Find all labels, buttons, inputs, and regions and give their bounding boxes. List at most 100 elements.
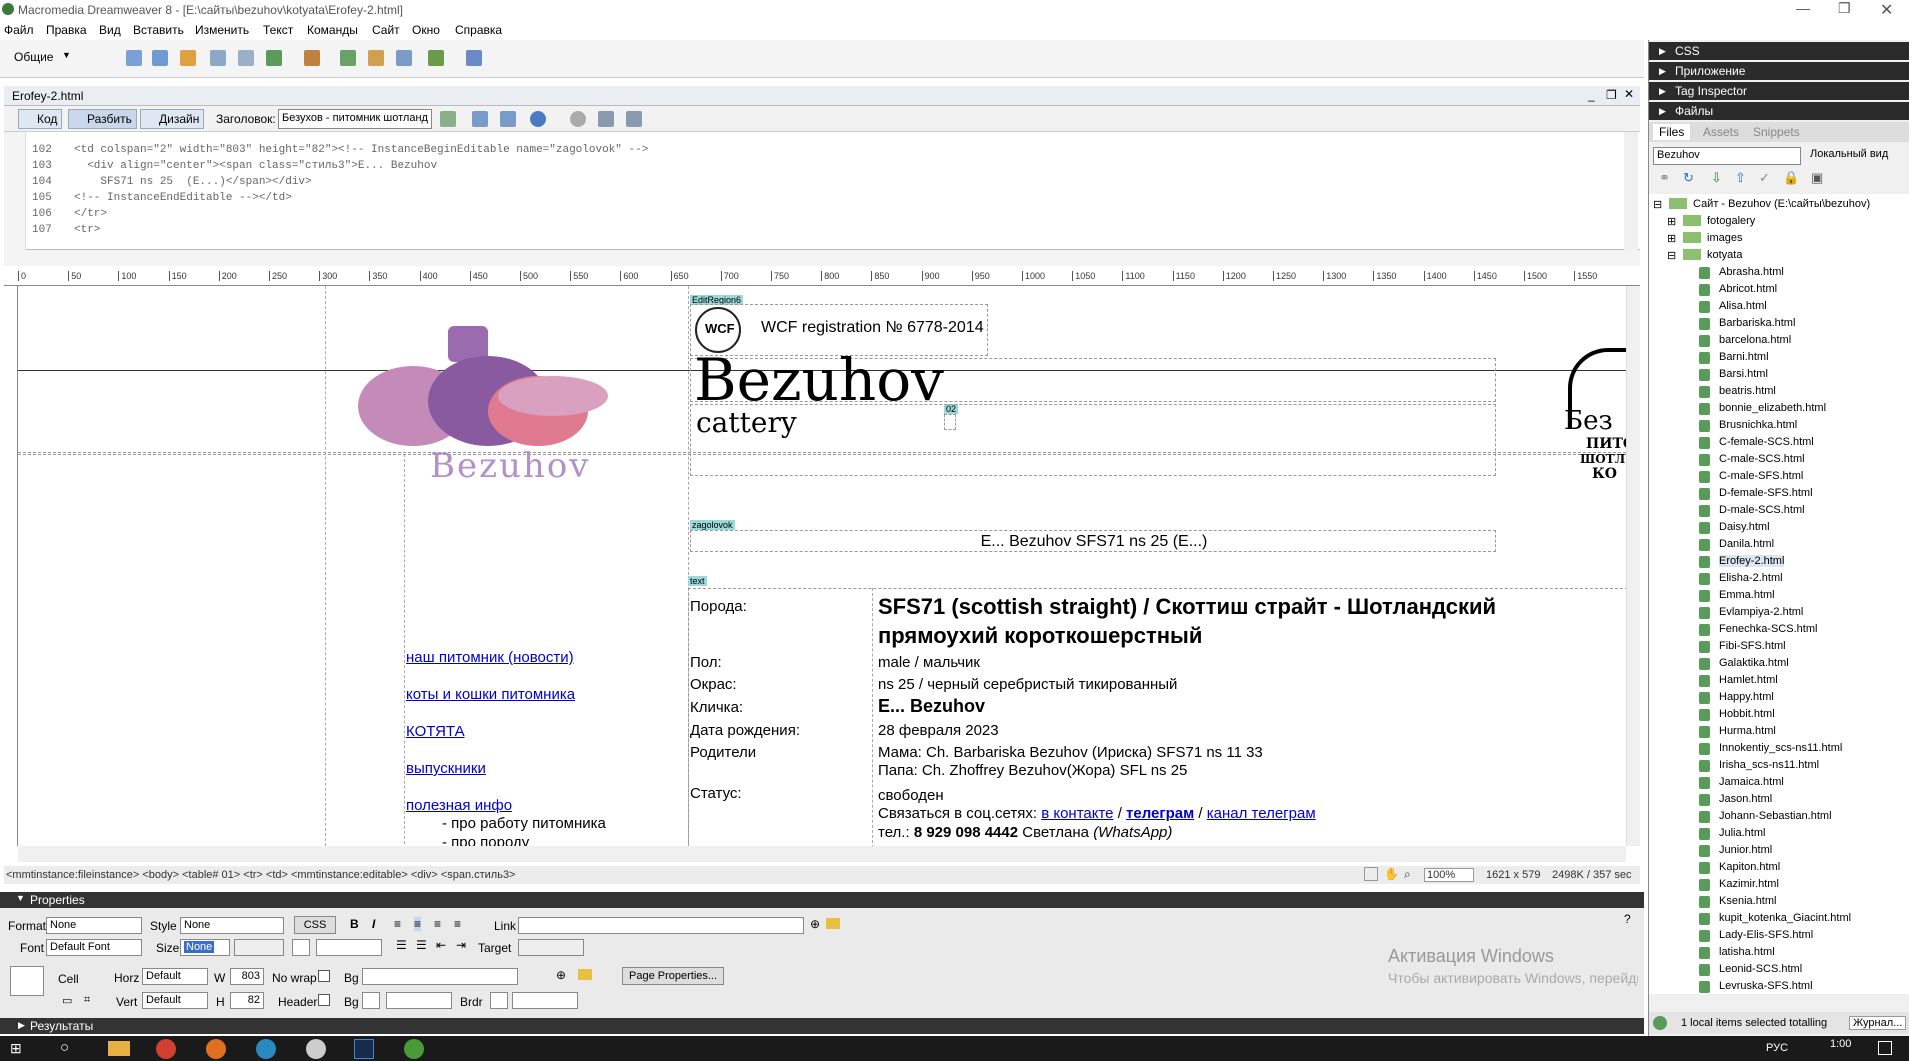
select-tool-icon[interactable] — [1364, 867, 1378, 881]
bg-color-input[interactable] — [386, 992, 452, 1009]
title-input[interactable]: Безухов - питомник шотланд — [278, 109, 432, 129]
results-panel-header[interactable]: ▶ Результаты — [0, 1018, 1644, 1034]
menu-help[interactable]: Справка — [455, 23, 502, 37]
expand-icon[interactable]: ▼ — [16, 893, 25, 903]
file-item[interactable]: Innokentiy_scs-ns11.html — [1719, 742, 1842, 754]
tag-selector[interactable]: <mmtinstance:fileinstance> <body> <table… — [6, 869, 516, 881]
menu-edit[interactable]: Правка — [46, 23, 87, 37]
file-item[interactable]: Barni.html — [1719, 351, 1769, 363]
outdent-icon[interactable]: ⇤ — [436, 938, 446, 952]
file-item[interactable]: bonnie_elizabeth.html — [1719, 402, 1826, 414]
file-item[interactable]: Hobbit.html — [1719, 708, 1775, 720]
photoshop-icon[interactable] — [354, 1039, 374, 1059]
tag-chooser-icon[interactable] — [466, 50, 482, 66]
align-right-icon[interactable]: ≡ — [434, 917, 441, 931]
bold-button[interactable]: B — [350, 917, 359, 931]
code-line[interactable]: <div align="center"><span class="стиль3"… — [74, 160, 437, 172]
folder-item[interactable]: kotyata — [1707, 249, 1742, 261]
file-item[interactable]: Erofey-2.html — [1719, 555, 1785, 567]
file-item[interactable]: Kapiton.html — [1719, 861, 1780, 873]
file-item[interactable]: latisha.html — [1719, 946, 1775, 958]
menu-insert[interactable]: Вставить — [133, 23, 184, 37]
file-item[interactable]: Ksenia.html — [1719, 895, 1776, 907]
italic-button[interactable]: I — [372, 917, 375, 931]
size-select[interactable]: None — [180, 939, 230, 956]
doc-minimize-icon[interactable]: _ — [1588, 88, 1595, 102]
connect-icon[interactable]: ⚭ — [1659, 170, 1670, 186]
file-item[interactable]: Lady-Elis-SFS.html — [1719, 929, 1813, 941]
file-item[interactable]: Junior.html — [1719, 844, 1772, 856]
chrome-icon[interactable] — [156, 1039, 176, 1059]
file-item[interactable]: Daisy.html — [1719, 521, 1770, 533]
explorer-icon[interactable] — [108, 1041, 130, 1056]
file-item[interactable]: Johann-Sebastian.html — [1719, 810, 1832, 822]
height-input[interactable]: 82 — [230, 992, 264, 1009]
edge-icon[interactable] — [256, 1039, 276, 1059]
file-item[interactable]: Julia.html — [1719, 827, 1765, 839]
log-button[interactable]: Журнал... — [1849, 1016, 1907, 1030]
text-region-tag[interactable]: text — [688, 576, 707, 586]
code-hscrollbar[interactable] — [4, 250, 1640, 266]
file-item[interactable]: Irisha_scs-ns11.html — [1719, 759, 1819, 771]
doc-restore-icon[interactable]: ❐ — [1606, 88, 1617, 102]
ordered-list-icon[interactable]: ☰ — [416, 938, 427, 952]
point-to-file-icon[interactable]: ⊕ — [810, 917, 820, 931]
telegram-channel-link[interactable]: канал телеграм — [1207, 805, 1316, 822]
file-item[interactable]: Happy.html — [1719, 691, 1774, 703]
page-properties-button[interactable]: Page Properties... — [622, 967, 725, 985]
files-hscrollbar[interactable] — [1649, 994, 1909, 1008]
text-color-swatch[interactable] — [292, 939, 310, 956]
help-icon[interactable]: ? — [1624, 912, 1631, 926]
tree-root[interactable]: Сайт - Bezuhov (E:\сайты\bezuhov) — [1693, 198, 1870, 210]
design-hscrollbar[interactable] — [18, 846, 1626, 862]
file-item[interactable]: D-male-SCS.html — [1719, 504, 1805, 516]
menu-view[interactable]: Вид — [99, 23, 121, 37]
code-line[interactable]: <!-- InstanceEndEditable --></td> — [74, 192, 292, 204]
doc-close-icon[interactable]: ✕ — [1624, 87, 1634, 101]
nowrap-checkbox[interactable] — [318, 970, 330, 982]
menu-text[interactable]: Текст — [263, 23, 293, 37]
file-item[interactable]: Emma.html — [1719, 589, 1775, 601]
file-item[interactable]: Brusnichka.html — [1719, 419, 1797, 431]
tree-toggle-icon[interactable]: ⊟ — [1667, 249, 1676, 262]
file-item[interactable]: Barbariska.html — [1719, 317, 1795, 329]
merge-cells-icon[interactable]: ▭ — [62, 994, 72, 1007]
tab-files[interactable]: Files — [1653, 124, 1691, 140]
window-size[interactable]: 1621 x 579 — [1486, 869, 1540, 881]
search-icon[interactable]: ○ — [60, 1039, 69, 1056]
split-cells-icon[interactable]: ⌗ — [84, 994, 90, 1007]
folder-icon[interactable] — [578, 969, 592, 980]
chevron-down-icon[interactable]: ▼ — [62, 50, 71, 60]
image-icon[interactable] — [266, 50, 282, 66]
file-item[interactable]: beatris.html — [1719, 385, 1776, 397]
zoom-tool-icon[interactable]: ⌕ — [1404, 867, 1411, 882]
horz-select[interactable]: Default — [142, 968, 208, 985]
hand-tool-icon[interactable]: ✋ — [1384, 867, 1399, 881]
size-select-value[interactable]: None — [184, 941, 215, 953]
minimize-icon[interactable]: — — [1796, 0, 1810, 16]
tree-toggle-icon[interactable]: ⊟ — [1653, 198, 1662, 211]
file-item[interactable]: C-male-SFS.html — [1719, 470, 1803, 482]
expand-icon[interactable]: ▶ — [18, 1020, 25, 1031]
dreamweaver-icon[interactable] — [404, 1039, 424, 1059]
code-view[interactable]: 102 <td colspan="2" width="803" height="8… — [4, 132, 1640, 250]
view-select[interactable]: Локальный вид — [1807, 147, 1907, 165]
menu-site[interactable]: Сайт — [372, 23, 400, 37]
file-item[interactable]: Jamaica.html — [1719, 776, 1784, 788]
size-unit-select[interactable] — [234, 939, 284, 956]
refresh-icon[interactable]: ↻ — [1683, 170, 1694, 186]
css-button[interactable]: CSS — [294, 916, 336, 934]
debug-icon[interactable] — [500, 111, 516, 127]
windows-start-icon[interactable]: ⊞ — [10, 1040, 22, 1057]
restore-icon[interactable]: ❐ — [1838, 0, 1851, 17]
file-item[interactable]: Hamlet.html — [1719, 674, 1778, 686]
file-item[interactable]: Alisa.html — [1719, 300, 1767, 312]
file-item[interactable]: Barsi.html — [1719, 368, 1768, 380]
file-item[interactable]: Abrasha.html — [1719, 266, 1784, 278]
file-item[interactable]: Galaktika.html — [1719, 657, 1789, 669]
head-icon[interactable] — [396, 50, 412, 66]
folder-item[interactable]: fotogalery — [1707, 215, 1755, 227]
link-input[interactable] — [518, 917, 804, 934]
panel-tag-inspector[interactable]: Tag Inspector — [1649, 82, 1909, 100]
media-icon[interactable] — [304, 50, 320, 66]
